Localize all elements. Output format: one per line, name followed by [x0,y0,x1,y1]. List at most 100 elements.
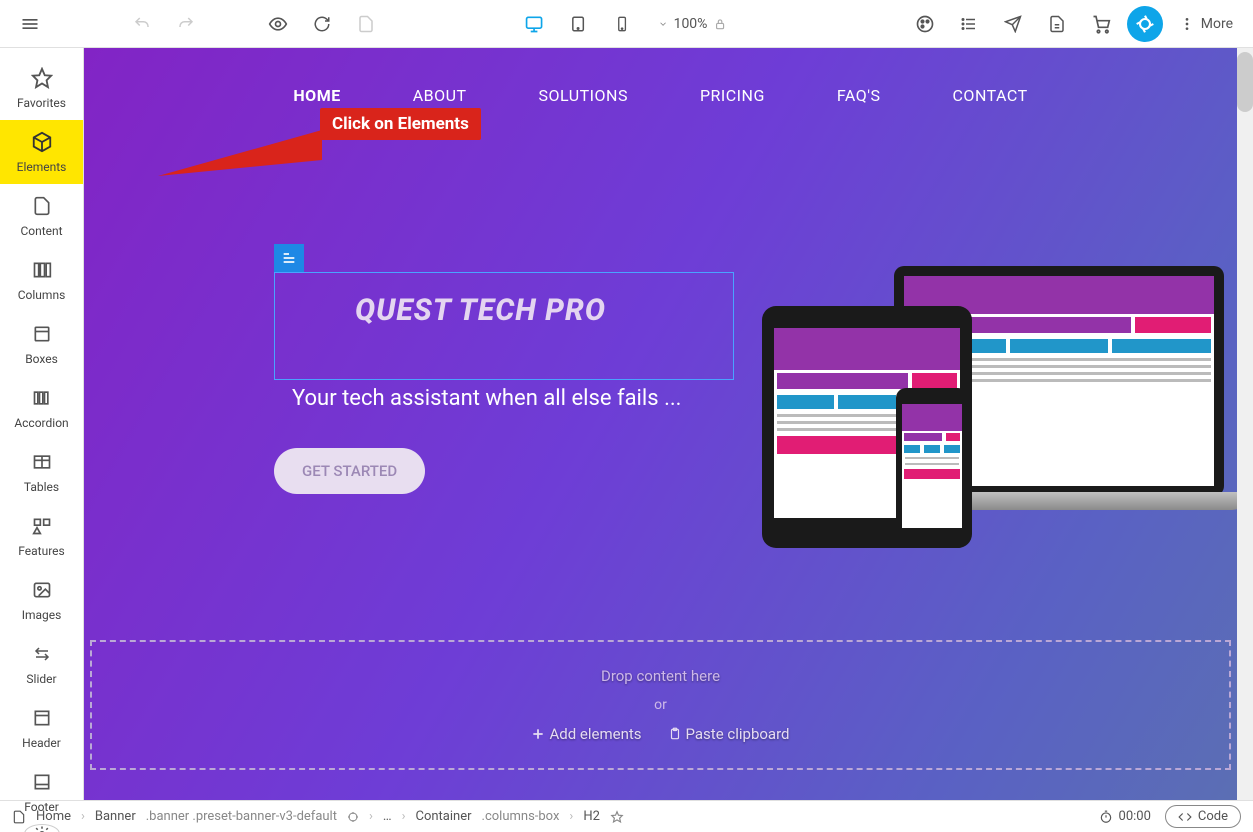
sidebar-item-features[interactable]: Features [0,504,83,568]
paste-clipboard-button[interactable]: Paste clipboard [668,725,790,743]
phone-mockup [896,388,968,548]
sidebar-label: Columns [18,288,66,302]
sidebar-item-content[interactable]: Content [0,184,83,248]
dropzone-actions: Add elements Paste clipboard [531,725,789,743]
sidebar-label: Elements [17,160,67,174]
timer: 00:00 [1099,809,1151,824]
bottom-right: 00:00 Code [1099,805,1241,828]
nav-pricing[interactable]: PRICING [700,86,765,105]
list-icon[interactable] [951,6,987,42]
sidebar-item-elements[interactable]: Elements [0,120,83,184]
menu-icon[interactable] [12,6,48,42]
footer-layout-icon [30,770,54,794]
nav-about[interactable]: ABOUT [413,86,467,105]
send-icon[interactable] [995,6,1031,42]
bc-banner-class: .banner .preset-banner-v3-default [146,809,337,824]
plus-icon [531,727,545,741]
sidebar-item-columns[interactable]: Columns [0,248,83,312]
canvas[interactable]: Click on Elements HOME ABOUT SOLUTIONS P… [84,48,1253,800]
header-icon [30,706,54,730]
sidebar-item-accordion[interactable]: Accordion [0,376,83,440]
bc-banner[interactable]: Banner [95,809,136,824]
timer-value: 00:00 [1119,809,1151,824]
palette-icon[interactable] [907,6,943,42]
star-icon [30,66,54,90]
annotation-arrow [158,122,328,192]
hero-cta-button[interactable]: GET STARTED [274,448,425,494]
sidebar-label: Header [22,736,61,750]
add-elements-button[interactable]: Add elements [531,725,641,743]
toolbar-center: 100% [516,6,738,42]
bc-container[interactable]: Container [415,809,471,824]
mobile-view-icon[interactable] [604,6,640,42]
toolbar-left [12,6,384,42]
hero-subtitle[interactable]: Your tech assistant when all else fails … [292,386,681,411]
drop-zone[interactable]: Drop content here or Add elements Paste … [90,640,1231,770]
image-icon [30,578,54,602]
breadcrumb: Home › Banner .banner .preset-banner-v3-… [12,809,624,824]
dropzone-or: or [654,697,667,713]
sidebar-item-images[interactable]: Images [0,568,83,632]
sidebar-item-tables[interactable]: Tables [0,440,83,504]
body-area: Favorites Elements Content Columns Boxes… [0,48,1253,800]
accordion-icon [30,386,54,410]
save-icon[interactable] [348,6,384,42]
clipboard-icon [668,727,682,741]
sidebar-label: Tables [24,480,59,494]
slider-icon [30,642,54,666]
sidebar-label: Slider [26,672,56,686]
sidebar-label: Features [18,544,64,558]
table-icon [30,450,54,474]
redo-icon[interactable] [168,6,204,42]
sidebar-item-favorites[interactable]: Favorites [0,56,83,120]
tablet-view-icon[interactable] [560,6,596,42]
undo-icon[interactable] [124,6,160,42]
dropzone-title: Drop content here [601,667,720,685]
code-button[interactable]: Code [1165,805,1241,828]
publish-button[interactable] [1127,6,1163,42]
file-icon [30,194,54,218]
sidebar-label: Favorites [17,96,66,110]
page-nav: HOME ABOUT SOLUTIONS PRICING FAQ'S CONTA… [84,86,1237,105]
sidebar-item-boxes[interactable]: Boxes [0,312,83,376]
devices-mockup [754,266,1224,556]
more-menu[interactable]: More [1171,12,1241,36]
nav-home[interactable]: HOME [293,86,340,105]
page-icon[interactable] [1039,6,1075,42]
sidebar-label: Boxes [25,352,58,366]
nav-faqs[interactable]: FAQ'S [837,86,881,105]
star-icon[interactable] [610,810,624,824]
selected-element-h2[interactable]: QUEST TECH PRO [274,272,734,380]
zoom-selector[interactable]: 100% [648,12,738,36]
desktop-view-icon[interactable] [516,6,552,42]
bc-container-class: .columns-box [482,809,560,824]
columns-icon [30,258,54,282]
canvas-scrollbar[interactable] [1237,48,1253,800]
refresh-icon[interactable] [304,6,340,42]
sidebar-label: Content [20,224,62,238]
box-icon [30,322,54,346]
element-type-badge[interactable] [274,244,304,272]
target-icon[interactable] [347,811,359,823]
bc-h2[interactable]: H2 [583,809,600,824]
nav-contact[interactable]: CONTACT [953,86,1028,105]
scrollbar-thumb[interactable] [1237,52,1253,112]
sidebar-item-header[interactable]: Header [0,696,83,760]
toolbar-right: More [907,6,1241,42]
lock-icon [713,17,727,31]
preview-icon[interactable] [260,6,296,42]
cart-icon[interactable] [1083,6,1119,42]
sidebar-label: Images [22,608,62,622]
features-icon [30,514,54,538]
sidebar-label: Accordion [14,416,68,430]
bottom-bar: Home › Banner .banner .preset-banner-v3-… [0,800,1253,832]
code-icon [1178,810,1192,824]
sidebar-item-slider[interactable]: Slider [0,632,83,696]
sidebar-label: Footer [24,800,59,814]
nav-solutions[interactable]: SOLUTIONS [539,86,628,105]
more-label: More [1201,16,1233,32]
sidebar-item-footer[interactable]: Footer [0,760,83,824]
bc-ellipsis[interactable]: … [383,809,392,824]
stopwatch-icon [1099,810,1113,824]
annotation-callout: Click on Elements [320,108,481,140]
